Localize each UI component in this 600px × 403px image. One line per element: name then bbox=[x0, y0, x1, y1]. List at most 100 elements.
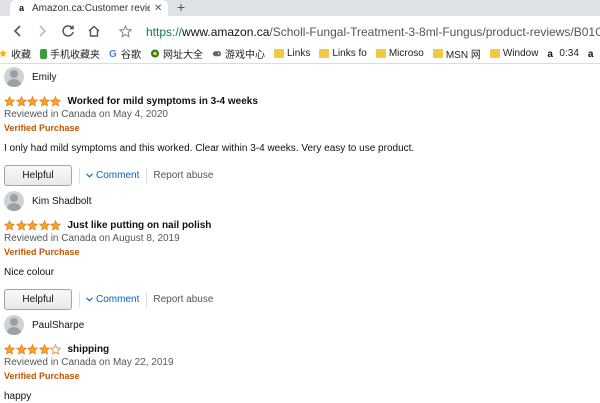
review-author: Kim Shadbolt bbox=[4, 190, 594, 212]
url-scheme: https:// bbox=[146, 25, 182, 39]
comment-label: Comment bbox=[96, 170, 139, 181]
star-filled-icon bbox=[4, 344, 15, 355]
gamepad-icon bbox=[212, 49, 222, 58]
back-arrow-icon bbox=[12, 25, 24, 37]
star-filled-icon bbox=[39, 220, 50, 231]
navigation-bar: https://www.amazon.ca/Scholl-Fungal-Trea… bbox=[0, 16, 600, 44]
review-item: Kim Shadbolt Just like putting on nail p… bbox=[4, 190, 594, 310]
review-actions: Helpful Comment Report abuse bbox=[4, 288, 594, 310]
divider bbox=[79, 292, 80, 307]
url-path: /Scholl-Fungal-Treatment-3-8ml-Fungus/pr… bbox=[269, 25, 600, 39]
bookmark-google[interactable]: G 谷歌 bbox=[109, 46, 141, 61]
review-title[interactable]: Worked for mild symptoms in 3-4 weeks bbox=[68, 96, 258, 107]
star-filled-icon bbox=[16, 344, 27, 355]
folder-icon bbox=[490, 49, 500, 58]
review-date: Reviewed in Canada on May 22, 2019 bbox=[4, 357, 594, 369]
chevron-down-icon bbox=[86, 173, 93, 178]
phone-icon bbox=[40, 49, 47, 59]
bookmark-label: Window bbox=[503, 48, 539, 59]
bookmark-folder-links[interactable]: Links bbox=[274, 48, 310, 59]
folder-icon bbox=[274, 49, 284, 58]
star-filled-icon bbox=[4, 96, 15, 107]
review-author: PaulSharpe bbox=[4, 314, 594, 336]
back-button[interactable] bbox=[10, 23, 26, 39]
bookmark-amazon-2[interactable]: a S bbox=[588, 48, 600, 59]
comment-link[interactable]: Comment bbox=[86, 294, 139, 305]
bookmark-page-button[interactable] bbox=[117, 23, 133, 39]
bookmark-label: 收藏 bbox=[11, 46, 31, 61]
bookmark-mobile-favorites[interactable]: 手机收藏夹 bbox=[40, 46, 100, 61]
chevron-down-icon bbox=[86, 297, 93, 302]
star-rating[interactable] bbox=[4, 344, 62, 355]
review-title[interactable]: Just like putting on nail polish bbox=[68, 220, 212, 231]
helpful-button[interactable]: Helpful bbox=[4, 289, 72, 310]
address-bar[interactable]: https://www.amazon.ca/Scholl-Fungal-Trea… bbox=[142, 22, 600, 41]
folder-icon bbox=[319, 49, 329, 58]
star-outline-icon bbox=[119, 25, 132, 38]
bookmark-game-center[interactable]: 游戏中心 bbox=[212, 46, 265, 61]
google-icon: G bbox=[109, 49, 118, 58]
divider bbox=[146, 292, 147, 307]
review-item: PaulSharpe shipping Reviewed in Canada o… bbox=[4, 314, 594, 403]
bookmark-favorites[interactable]: 收藏 bbox=[0, 46, 31, 61]
bookmark-label: 游戏中心 bbox=[225, 46, 265, 61]
author-name[interactable]: Kim Shadbolt bbox=[32, 196, 91, 207]
home-icon bbox=[87, 24, 101, 38]
bookmark-folder-microsoft[interactable]: Microso bbox=[376, 48, 424, 59]
star-filled-icon bbox=[50, 220, 61, 231]
star-filled-icon bbox=[27, 220, 38, 231]
star-filled-icon bbox=[39, 96, 50, 107]
comment-label: Comment bbox=[96, 294, 139, 305]
bookmark-folder-links-for[interactable]: Links fo bbox=[319, 48, 366, 59]
bookmark-label: 手机收藏夹 bbox=[50, 46, 100, 61]
close-tab-icon[interactable]: ✕ bbox=[154, 3, 162, 14]
divider bbox=[79, 168, 80, 183]
avatar-icon bbox=[4, 67, 24, 87]
bookmark-amazon[interactable]: a 0:34 bbox=[547, 48, 578, 59]
review-item: Emily Worked for mild symptoms in 3-4 we… bbox=[4, 66, 594, 186]
review-author: Emily bbox=[4, 66, 594, 88]
verified-purchase-badge: Verified Purchase bbox=[4, 122, 594, 134]
review-actions: Helpful Comment Report abuse bbox=[4, 164, 594, 186]
bookmark-label: MSN 网 bbox=[446, 46, 481, 61]
review-title[interactable]: shipping bbox=[68, 344, 110, 355]
bookmark-label: 网址大全 bbox=[163, 46, 203, 61]
new-tab-button[interactable]: + bbox=[177, 0, 185, 15]
bookmarks-bar: 收藏 手机收藏夹 G 谷歌 网址大全 游戏中心 Links Links fo M… bbox=[0, 44, 600, 64]
divider bbox=[146, 168, 147, 183]
folder-icon bbox=[433, 49, 443, 58]
star-filled-icon bbox=[27, 96, 38, 107]
url-host: www.amazon.ca bbox=[182, 25, 269, 39]
home-button[interactable] bbox=[86, 23, 102, 39]
helpful-button[interactable]: Helpful bbox=[4, 165, 72, 186]
star-filled-icon bbox=[4, 220, 15, 231]
amazon-favicon-icon: a bbox=[17, 4, 26, 13]
reload-button[interactable] bbox=[60, 23, 76, 39]
verified-purchase-badge: Verified Purchase bbox=[4, 370, 594, 382]
report-abuse-link[interactable]: Report abuse bbox=[153, 170, 213, 181]
review-date: Reviewed in Canada on May 4, 2020 bbox=[4, 109, 594, 121]
bookmark-web-directory[interactable]: 网址大全 bbox=[150, 46, 203, 61]
author-name[interactable]: PaulSharpe bbox=[32, 320, 84, 331]
star-filled-icon bbox=[16, 96, 27, 107]
star-rating[interactable] bbox=[4, 96, 62, 107]
folder-icon bbox=[376, 49, 386, 58]
comment-link[interactable]: Comment bbox=[86, 170, 139, 181]
forward-button[interactable] bbox=[34, 23, 50, 39]
review-date: Reviewed in Canada on August 8, 2019 bbox=[4, 233, 594, 245]
avatar-icon bbox=[4, 315, 24, 335]
bookmark-label: Links bbox=[287, 48, 310, 59]
bookmark-folder-msn[interactable]: MSN 网 bbox=[433, 46, 481, 61]
star-filled-icon bbox=[16, 220, 27, 231]
bookmark-folder-windows[interactable]: Window bbox=[490, 48, 539, 59]
amazon-icon: a bbox=[547, 49, 556, 58]
author-name[interactable]: Emily bbox=[32, 72, 56, 83]
review-body: happy bbox=[4, 391, 594, 403]
browser-tab[interactable]: a Amazon.ca:Customer reviews: Scholl ✕ bbox=[10, 0, 168, 16]
report-abuse-link[interactable]: Report abuse bbox=[153, 294, 213, 305]
bookmark-label: Microso bbox=[389, 48, 424, 59]
bookmark-label: 0:34 bbox=[559, 48, 578, 59]
star-empty-icon bbox=[50, 344, 61, 355]
star-rating[interactable] bbox=[4, 220, 62, 231]
review-body: I only had mild symptoms and this worked… bbox=[4, 143, 594, 155]
